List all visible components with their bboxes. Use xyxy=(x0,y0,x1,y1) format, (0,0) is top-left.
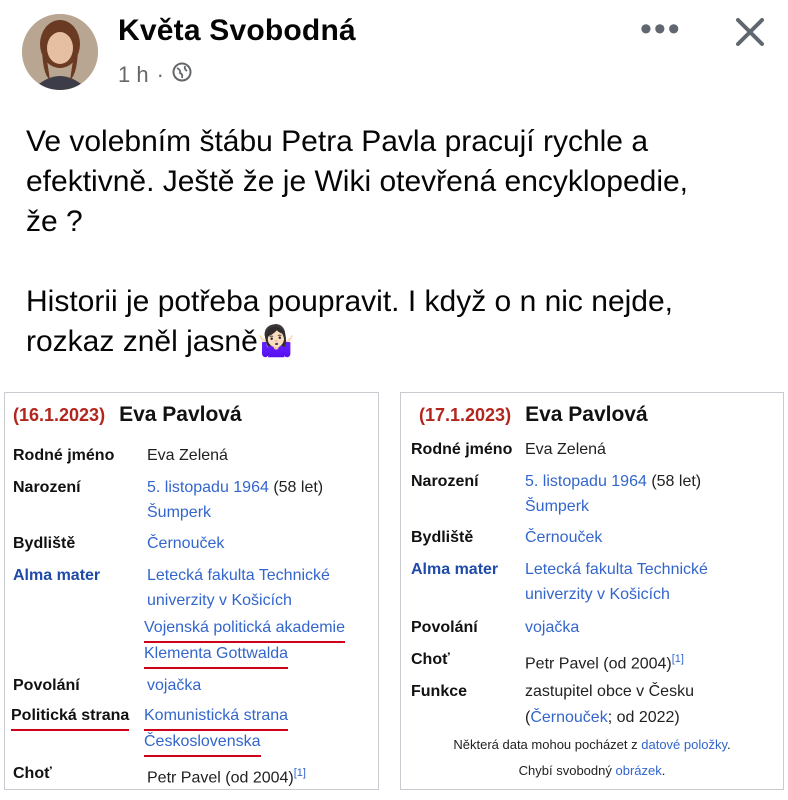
spouse-text: Petr Pavel (od 2004) xyxy=(147,769,294,787)
alma-mater-link[interactable]: Alma mater xyxy=(13,563,100,588)
infobox-before: (16.1.2023) Eva Pavlová Rodné jméno Eva … xyxy=(4,392,379,790)
post-time[interactable]: 1 h xyxy=(118,62,149,88)
footnote-period: . xyxy=(661,763,666,778)
year-link[interactable]: 1964 xyxy=(611,473,647,490)
strana-link[interactable]: Komunistická strana xyxy=(144,703,289,731)
author-name[interactable]: Květa Svobodná xyxy=(118,14,356,48)
row-label: Rodné jméno xyxy=(13,447,115,464)
povolani-link[interactable]: vojačka xyxy=(147,673,201,698)
post-line: Ve volebním štábu Petra Pavla pracují ry… xyxy=(26,125,649,158)
place-link[interactable]: Šumperk xyxy=(147,500,211,525)
row-value: Petr Pavel (od 2004)[1] xyxy=(525,647,684,676)
row-value: (Černouček; od 2022) xyxy=(525,705,680,730)
post-line: Historii je potřeba poupravit. I když o … xyxy=(26,285,674,318)
reference-link[interactable]: [1] xyxy=(294,767,306,779)
strana-link[interactable]: Československa xyxy=(144,729,261,757)
age-text: (58 let) xyxy=(268,479,324,496)
post-line: efektivně. Ještě že je Wiki otevřená enc… xyxy=(26,165,689,198)
image-link[interactable]: obrázek xyxy=(615,763,661,778)
footnote-text: Některá data mohou pocházet z xyxy=(453,737,642,752)
row-label: Povolání xyxy=(411,619,478,636)
funkce-since: ; od 2022) xyxy=(607,709,680,726)
post-header: Květa Svobodná 1 h · ••• xyxy=(0,0,788,100)
close-icon[interactable] xyxy=(730,12,770,52)
avatar[interactable] xyxy=(22,14,98,90)
row-value: 5. listopadu 1964 (58 let) xyxy=(147,475,323,500)
row-label: Rodné jméno xyxy=(411,441,513,458)
alma-link[interactable]: univerzity v Košicích xyxy=(147,588,292,613)
alma-link-highlighted[interactable]: Vojenská politická akademie xyxy=(144,615,346,643)
povolani-link[interactable]: vojačka xyxy=(525,615,579,640)
obec-link[interactable]: Černouček xyxy=(530,709,607,726)
place-link[interactable]: Šumperk xyxy=(525,494,589,519)
footnote-text: Chybí svobodný xyxy=(518,763,616,778)
alma-link[interactable]: Letecká fakulta Technické xyxy=(525,557,708,582)
infobox-title: Eva Pavlová xyxy=(119,403,242,426)
row-label: Choť xyxy=(13,765,52,782)
year-link[interactable]: 1964 xyxy=(233,479,269,496)
row-label: Choť xyxy=(411,651,450,668)
post-text: Ve volebním štábu Petra Pavla pracují ry… xyxy=(26,122,766,362)
infobox-footnote: Některá data mohou pocházet z datové pol… xyxy=(401,737,783,752)
row-value: Eva Zelená xyxy=(147,447,228,464)
meta-separator: · xyxy=(156,62,164,87)
infobox-title: Eva Pavlová xyxy=(525,403,648,426)
date-link[interactable]: 5. listopadu xyxy=(147,479,233,496)
infobox-date: (17.1.2023) xyxy=(419,405,512,425)
row-value: Eva Zelená xyxy=(525,441,606,458)
alma-link[interactable]: Letecká fakulta Technické xyxy=(147,563,330,588)
infobox-header: (16.1.2023) Eva Pavlová xyxy=(13,403,242,427)
row-value: 5. listopadu 1964 (58 let) xyxy=(525,469,701,494)
infobox-after: (17.1.2023) Eva Pavlová Rodné jméno Eva … xyxy=(400,392,784,790)
post-line: že ? xyxy=(26,205,83,238)
alma-link-highlighted[interactable]: Klementa Gottwalda xyxy=(144,641,289,669)
row-label: Narození xyxy=(411,473,479,490)
alma-mater-link[interactable]: Alma mater xyxy=(411,557,498,582)
row-label: Bydliště xyxy=(411,529,474,546)
reference-link[interactable]: [1] xyxy=(672,653,684,665)
globe-icon xyxy=(172,62,192,88)
age-text: (58 let) xyxy=(646,473,702,490)
alma-link[interactable]: univerzity v Košicích xyxy=(525,582,670,607)
post-meta: 1 h · xyxy=(118,62,192,88)
row-label: Funkce xyxy=(411,683,468,700)
row-label-highlighted: Politická strana xyxy=(11,703,130,731)
date-link[interactable]: 5. listopadu xyxy=(525,473,611,490)
bydliste-link[interactable]: Černouček xyxy=(525,525,602,550)
row-label: Narození xyxy=(13,479,81,496)
spouse-text: Petr Pavel (od 2004) xyxy=(525,655,672,673)
row-value: zastupitel obce v Česku xyxy=(525,683,694,700)
row-label: Povolání xyxy=(13,677,80,694)
post-line: rozkaz zněl jasně🤷🏻‍♀️ xyxy=(26,325,296,358)
infobox-date: (16.1.2023) xyxy=(13,405,106,425)
wikidata-link[interactable]: datové položky xyxy=(641,737,727,752)
row-label: Bydliště xyxy=(13,535,76,552)
bydliste-link[interactable]: Černouček xyxy=(147,531,224,556)
row-value: Petr Pavel (od 2004)[1] xyxy=(147,761,306,790)
infobox-footnote: Chybí svobodný obrázek. xyxy=(401,763,783,778)
footnote-period: . xyxy=(727,737,731,752)
infobox-header: (17.1.2023) Eva Pavlová xyxy=(419,403,648,427)
more-options-icon[interactable]: ••• xyxy=(640,10,682,49)
